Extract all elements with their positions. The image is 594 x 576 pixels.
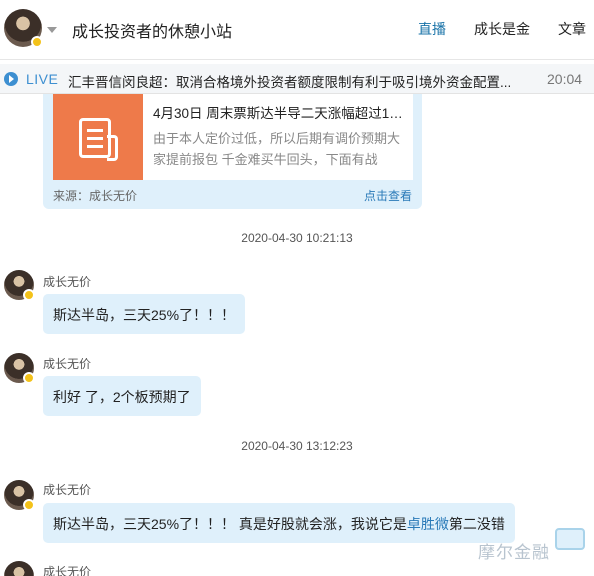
verified-badge-icon [31,36,43,48]
article-description: 由于本人定价过低，所以后期有调价预期大家提前报包 千金难买牛回头，下面有战 [153,131,401,167]
document-icon [79,118,118,161]
author-avatar[interactable] [4,353,35,384]
article-thumbnail [53,94,143,180]
message-timestamp: 2020-04-30 13:12:23 [241,439,353,453]
article-title: 4月30日 周末票斯达半导二天涨幅超过10... [153,106,408,121]
author-name: 成长无价 [43,275,92,289]
chat-widget-icon[interactable] [555,528,585,550]
view-article-link[interactable]: 点击查看 [364,187,412,204]
tab-live[interactable]: 直播 [418,19,446,39]
verified-badge-icon [23,499,35,511]
live-news-bar[interactable]: LIVE 汇丰晋信闵良超：取消合格境外投资者额度限制有利于吸引境外资金配置...… [0,64,594,94]
author-avatar[interactable] [4,480,35,511]
verified-badge-icon [23,372,35,384]
author-name: 成长无价 [43,483,92,497]
live-label: LIVE [26,71,59,87]
article-preview: 4月30日 周末票斯达半导二天涨幅超过10... 由于本人定价过低，所以后期有调… [143,94,413,180]
shared-article-card[interactable]: 4月30日 周末票斯达半导二天涨幅超过10... 由于本人定价过低，所以后期有调… [43,94,422,209]
message-bubble: 利好 了，2个板预期了 [43,376,201,416]
play-icon [4,72,18,86]
live-news-time: 20:04 [547,71,583,87]
stock-link[interactable]: 卓胜微 [407,516,449,532]
tab-growth-gold[interactable]: 成长是金 [474,19,530,39]
author-name: 成长无价 [43,357,92,371]
message-bubble: 斯达半岛，三天25%了！！！ 真是好股就会涨，我说它是卓胜微第二没错 [43,503,515,543]
author-name: 成长无价 [43,565,92,576]
message-bubble: 斯达半岛，三天25%了！！！ [43,294,246,334]
channel-avatar[interactable] [4,9,43,48]
watermark: 摩尔金融 [478,543,550,562]
verified-badge-icon [23,289,35,301]
top-header: 成长投资者的休憩小站 直播 成长是金 文章 [0,0,594,60]
author-avatar[interactable] [4,561,34,576]
message-text: 斯达半岛，三天25%了！！！ 真是好股就会涨，我说它是 [53,516,407,532]
author-avatar[interactable] [4,270,35,301]
tab-articles[interactable]: 文章 [558,19,586,39]
article-source: 来源：成长无价 [53,189,138,203]
message-timestamp: 2020-04-30 10:21:13 [241,231,353,245]
channel-title: 成长投资者的休憩小站 [72,24,233,41]
message-text: 第二没错 [448,516,505,532]
live-news-headline[interactable]: 汇丰晋信闵良超：取消合格境外投资者额度限制有利于吸引境外资金配置... [68,71,536,91]
chevron-down-icon[interactable] [47,27,57,33]
